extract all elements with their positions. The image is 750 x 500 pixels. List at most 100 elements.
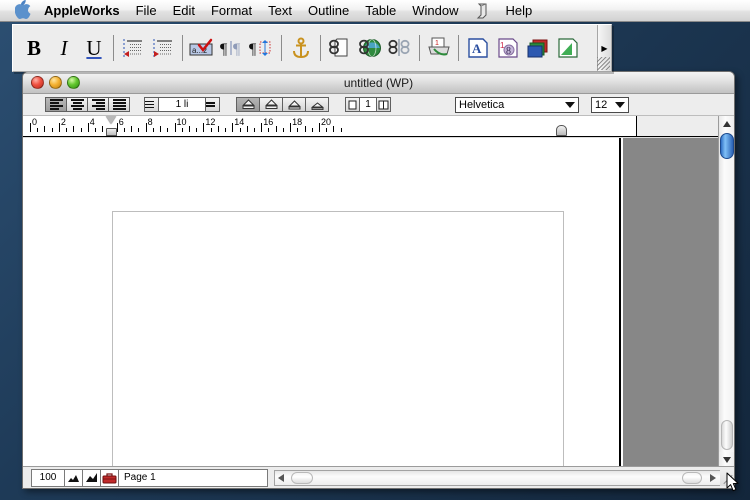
window-controls bbox=[31, 76, 80, 89]
underline-button[interactable]: U bbox=[79, 31, 109, 65]
align-left-button[interactable] bbox=[45, 97, 67, 112]
zoom-button[interactable] bbox=[67, 76, 80, 89]
menu-window[interactable]: Window bbox=[404, 2, 466, 20]
columns-control: 1 bbox=[345, 97, 391, 112]
menu-edit[interactable]: Edit bbox=[165, 2, 203, 20]
columns-value[interactable]: 1 bbox=[360, 97, 376, 112]
paragraph-spacing-2-button[interactable] bbox=[259, 97, 283, 112]
ruler-minor-tick bbox=[80, 128, 82, 132]
page-indicator[interactable]: Page 1 bbox=[118, 468, 268, 487]
italic-label: I bbox=[60, 35, 68, 60]
window-title: untitled (WP) bbox=[343, 75, 414, 90]
print-merge-button[interactable]: 1 bbox=[424, 31, 454, 65]
paragraph-spacing-button[interactable]: ¶ bbox=[247, 31, 277, 65]
line-spacing-control: 1 li bbox=[144, 97, 220, 112]
menu-outline[interactable]: Outline bbox=[300, 2, 357, 20]
ruler-tick-label: 18 bbox=[292, 117, 303, 127]
document-window: untitled (WP) 1 li 1 Helvetica 12 0 2 4 … bbox=[22, 71, 735, 489]
outdent-button[interactable] bbox=[118, 31, 148, 65]
horizontal-scrollbar[interactable] bbox=[274, 469, 720, 486]
columns-increase-button[interactable] bbox=[376, 97, 391, 112]
document-canvas[interactable] bbox=[23, 138, 720, 468]
ruler-tick-label: 12 bbox=[205, 117, 216, 127]
font-size-select[interactable]: 12 bbox=[591, 96, 629, 113]
table-frame-button[interactable]: 1 8 bbox=[493, 31, 523, 65]
ruler-minor-tick bbox=[73, 126, 75, 132]
indent-button[interactable] bbox=[148, 31, 178, 65]
line-spacing-increase-button[interactable] bbox=[205, 97, 220, 112]
link-url-button[interactable] bbox=[355, 31, 385, 65]
horizontal-scroll-thumb[interactable] bbox=[291, 471, 313, 484]
anchor-button[interactable] bbox=[286, 31, 316, 65]
align-justify-button[interactable] bbox=[108, 97, 130, 112]
ruler-minor-tick bbox=[297, 128, 299, 132]
vertical-scroll-thumb-secondary[interactable] bbox=[721, 420, 733, 450]
ruler-major-tick bbox=[319, 123, 320, 132]
paragraph-spacing-1-button[interactable] bbox=[236, 97, 260, 112]
menu-table[interactable]: Table bbox=[357, 2, 404, 20]
menu-app-name[interactable]: AppleWorks bbox=[42, 2, 128, 20]
text-frame-button[interactable]: A bbox=[463, 31, 493, 65]
line-spacing-value[interactable]: 1 li bbox=[159, 97, 205, 112]
vertical-scrollbar[interactable] bbox=[718, 116, 734, 468]
line-spacing-decrease-button[interactable] bbox=[144, 97, 159, 112]
svg-text:A: A bbox=[472, 41, 482, 56]
vertical-scroll-thumb[interactable] bbox=[720, 133, 734, 159]
ruler-tick-label: 8 bbox=[147, 117, 153, 127]
horizontal-scroll-thumb-secondary[interactable] bbox=[682, 471, 702, 484]
ruler-major-tick bbox=[58, 123, 60, 132]
ruler-minor-tick bbox=[181, 128, 183, 132]
columns-decrease-button[interactable] bbox=[345, 97, 360, 112]
close-button[interactable] bbox=[31, 76, 44, 89]
ruler-major-tick bbox=[232, 123, 234, 132]
right-indent-marker[interactable] bbox=[556, 116, 567, 136]
italic-button[interactable]: I bbox=[49, 31, 79, 65]
svg-text:¶: ¶ bbox=[233, 41, 241, 58]
left-indent-marker[interactable] bbox=[106, 116, 117, 136]
toolbar-divider bbox=[281, 35, 282, 61]
scroll-right-button[interactable] bbox=[710, 473, 716, 482]
menu-format[interactable]: Format bbox=[203, 2, 260, 20]
align-right-button[interactable] bbox=[87, 97, 109, 112]
window-title-bar[interactable]: untitled (WP) bbox=[23, 72, 734, 94]
document-ruler[interactable]: 0 2 4 6 8 10 12 14 16 18 20 bbox=[23, 116, 734, 137]
apple-logo-icon[interactable] bbox=[15, 0, 32, 19]
zoom-out-icon[interactable] bbox=[64, 468, 83, 487]
align-center-button[interactable] bbox=[66, 97, 88, 112]
ruler-major-tick bbox=[87, 123, 89, 132]
ruler-major-tick bbox=[261, 123, 263, 132]
ruler-major-tick bbox=[174, 123, 176, 132]
chevron-down-icon bbox=[615, 101, 625, 108]
show-invisibles-button[interactable]: ¶ ¶ bbox=[217, 31, 247, 65]
page-margin-guide bbox=[112, 211, 564, 468]
scroll-up-button[interactable] bbox=[719, 116, 734, 132]
paint-frame-button[interactable] bbox=[523, 31, 553, 65]
chevron-down-icon bbox=[565, 101, 575, 108]
minimize-button[interactable] bbox=[49, 76, 62, 89]
ruler-tick-label: 4 bbox=[89, 117, 95, 127]
scroll-left-button[interactable] bbox=[278, 473, 284, 482]
ruler-tick-label: 14 bbox=[234, 117, 245, 127]
paragraph-spacing-3-button[interactable] bbox=[282, 97, 306, 112]
zoom-percent-field[interactable]: 100 bbox=[31, 468, 65, 487]
bold-button[interactable]: B bbox=[19, 31, 49, 65]
menu-text[interactable]: Text bbox=[260, 2, 300, 20]
link-document-button[interactable] bbox=[325, 31, 355, 65]
triangle-up-icon bbox=[723, 121, 731, 127]
chart-frame-button[interactable] bbox=[553, 31, 583, 65]
link-bookmark-button[interactable] bbox=[385, 31, 415, 65]
ruler-minor-tick bbox=[210, 128, 212, 132]
menu-help[interactable]: Help bbox=[498, 2, 541, 20]
script-menu-icon[interactable] bbox=[467, 3, 498, 19]
toolbox-icon[interactable] bbox=[100, 468, 119, 487]
ruler-major-tick bbox=[290, 123, 292, 132]
font-family-select[interactable]: Helvetica bbox=[455, 96, 579, 113]
spelling-check-button[interactable]: a...z bbox=[187, 31, 217, 65]
offpage-gray-area bbox=[623, 138, 720, 468]
page-sheet[interactable] bbox=[23, 138, 621, 468]
paragraph-spacing-4-button[interactable] bbox=[305, 97, 329, 112]
menu-file[interactable]: File bbox=[128, 2, 165, 20]
zoom-in-icon[interactable] bbox=[82, 468, 101, 487]
bold-label: B bbox=[26, 35, 41, 60]
toolbar-resize-grip[interactable] bbox=[597, 57, 610, 70]
